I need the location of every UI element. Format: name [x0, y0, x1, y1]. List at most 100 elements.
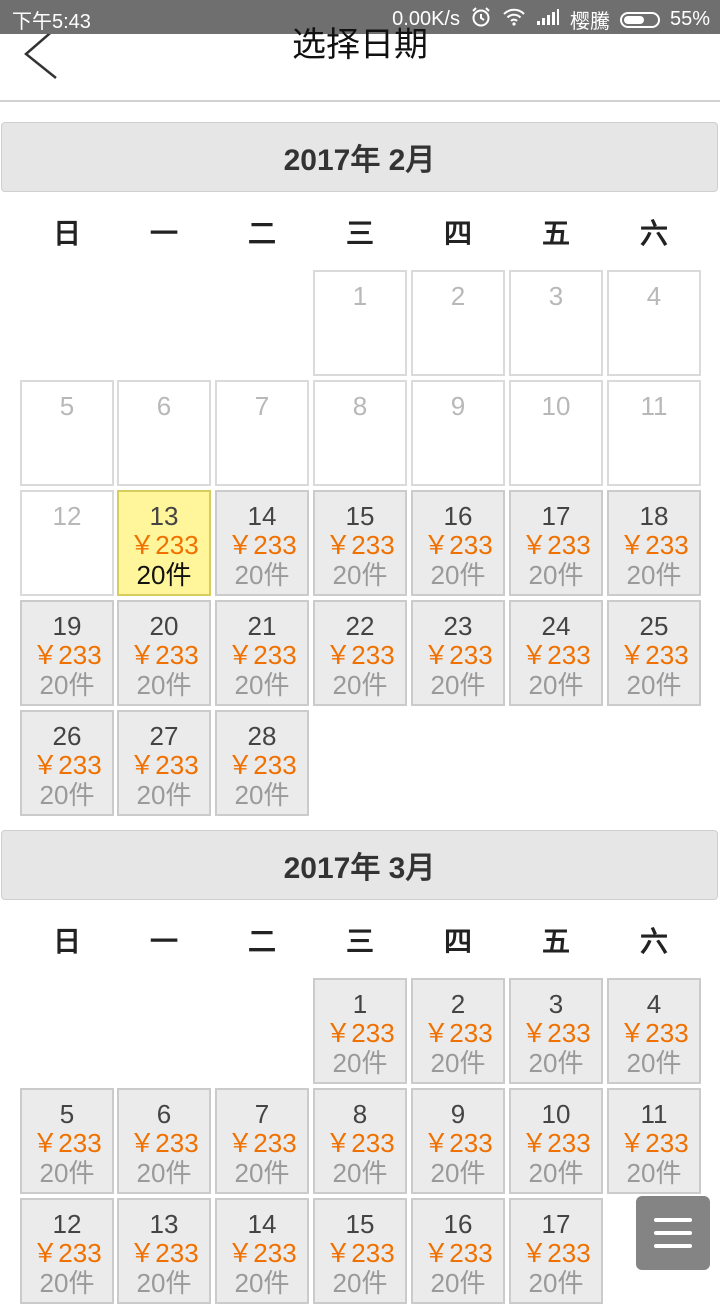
float-menu-button[interactable] — [636, 1196, 710, 1270]
day-stock: 20件 — [234, 560, 290, 590]
day-stock: 20件 — [528, 1158, 584, 1188]
day-price: ￥233 — [129, 530, 199, 560]
day-number: 3 — [548, 281, 564, 311]
day-number: 24 — [541, 611, 571, 641]
calendar-day-cell[interactable]: 16 ￥233 20件 — [411, 490, 505, 596]
calendar-day-cell[interactable]: 12 ￥233 20件 — [20, 1198, 114, 1304]
calendar-day-cell[interactable]: 18 ￥233 20件 — [607, 490, 701, 596]
calendar-day-cell[interactable]: 19 ￥233 20件 — [20, 600, 114, 706]
weekday-label: 二 — [247, 217, 276, 250]
day-number: 17 — [541, 1209, 571, 1239]
day-number: 2 — [450, 281, 466, 311]
calendar-day-cell[interactable]: 8 ￥233 20件 — [313, 1088, 407, 1194]
day-number: 20 — [149, 611, 179, 641]
calendar-day-cell[interactable]: 6 ￥233 20件 — [117, 1088, 211, 1194]
day-number: 4 — [646, 989, 662, 1019]
calendar-day-cell[interactable]: 3 ￥233 20件 — [509, 978, 603, 1084]
day-number: 2 — [450, 989, 466, 1019]
calendar-day-cell[interactable]: 7 ￥233 20件 — [215, 1088, 309, 1194]
calendar-day-cell: 6 — [117, 380, 211, 486]
calendar-day-cell[interactable]: 1 ￥233 20件 — [313, 978, 407, 1084]
calendar-day-cell[interactable]: 2 ￥233 20件 — [411, 978, 505, 1084]
day-number: 5 — [59, 391, 75, 421]
day-price: ￥233 — [325, 640, 395, 670]
month-header: 2017年 3月 — [1, 830, 718, 900]
calendar-day-cell[interactable]: 23 ￥233 20件 — [411, 600, 505, 706]
day-number: 14 — [247, 501, 277, 531]
day-number: 28 — [247, 721, 277, 751]
calendar-day-cell[interactable]: 15 ￥233 20件 — [313, 1198, 407, 1304]
day-stock: 20件 — [136, 780, 192, 810]
calendar-day-cell[interactable]: 22 ￥233 20件 — [313, 600, 407, 706]
weekday-label: 一 — [149, 217, 178, 250]
day-price: ￥233 — [129, 750, 199, 780]
weekday-label: 日 — [52, 217, 81, 250]
day-number: 21 — [247, 611, 277, 641]
day-number: 5 — [59, 1099, 75, 1129]
day-number: 17 — [541, 501, 571, 531]
day-stock: 20件 — [136, 670, 192, 700]
day-price: ￥233 — [32, 1128, 102, 1158]
weekday-label: 三 — [345, 217, 374, 250]
day-stock: 20件 — [626, 560, 682, 590]
calendar-day-cell[interactable]: 15 ￥233 20件 — [313, 490, 407, 596]
calendar-day-cell[interactable]: 10 ￥233 20件 — [509, 1088, 603, 1194]
day-number: 6 — [156, 391, 172, 421]
calendar-day-cell[interactable]: 13 ￥233 20件 — [117, 1198, 211, 1304]
day-number: 11 — [640, 1099, 668, 1129]
day-stock: 20件 — [39, 670, 95, 700]
day-number: 22 — [345, 611, 375, 641]
calendar-day-cell[interactable]: 25 ￥233 20件 — [607, 600, 701, 706]
day-stock: 20件 — [39, 780, 95, 810]
day-price: ￥233 — [227, 1128, 297, 1158]
calendar-day-cell[interactable]: 9 ￥233 20件 — [411, 1088, 505, 1194]
day-number: 14 — [247, 1209, 277, 1239]
day-stock: 20件 — [528, 1268, 584, 1298]
calendar-day-cell[interactable]: 21 ￥233 20件 — [215, 600, 309, 706]
day-stock: 20件 — [332, 1268, 388, 1298]
day-price: ￥233 — [325, 1128, 395, 1158]
day-stock: 20件 — [332, 1158, 388, 1188]
day-price: ￥233 — [423, 1018, 493, 1048]
day-stock: 20件 — [430, 1158, 486, 1188]
day-number: 10 — [541, 391, 571, 421]
day-stock: 20件 — [626, 1158, 682, 1188]
calendar-day-cell[interactable]: 24 ￥233 20件 — [509, 600, 603, 706]
day-price: ￥233 — [227, 530, 297, 560]
day-number: 16 — [443, 1209, 473, 1239]
day-price: ￥233 — [619, 640, 689, 670]
calendar-day-cell[interactable]: 14 ￥233 20件 — [215, 490, 309, 596]
calendar-day-cell[interactable]: 20 ￥233 20件 — [117, 600, 211, 706]
calendar-day-cell[interactable]: 28 ￥233 20件 — [215, 710, 309, 816]
day-number: 13 — [149, 1209, 179, 1239]
day-price: ￥233 — [129, 640, 199, 670]
weekday-label: 五 — [541, 925, 570, 958]
calendar-day-cell[interactable]: 4 ￥233 20件 — [607, 978, 701, 1084]
calendar-day-cell[interactable]: 11 ￥233 20件 — [607, 1088, 701, 1194]
day-price: ￥233 — [423, 640, 493, 670]
day-price: ￥233 — [325, 1018, 395, 1048]
day-price: ￥233 — [521, 1238, 591, 1268]
day-stock: 20件 — [234, 1158, 290, 1188]
calendar-day-cell[interactable]: 13 ￥233 20件 — [117, 490, 211, 596]
calendar-day-cell: 2 — [411, 270, 505, 376]
calendar-day-cell[interactable]: 17 ￥233 20件 — [509, 490, 603, 596]
calendar-day-cell[interactable]: 5 ￥233 20件 — [20, 1088, 114, 1194]
day-stock: 20件 — [136, 1268, 192, 1298]
day-price: ￥233 — [227, 750, 297, 780]
calendar-day-cell[interactable]: 16 ￥233 20件 — [411, 1198, 505, 1304]
weekday-label: 三 — [345, 925, 374, 958]
calendar-day-cell[interactable]: 17 ￥233 20件 — [509, 1198, 603, 1304]
wifi-icon — [502, 7, 526, 33]
calendar-day-cell[interactable]: 26 ￥233 20件 — [20, 710, 114, 816]
day-stock: 20件 — [136, 1158, 192, 1188]
page-title: 选择日期 — [292, 25, 428, 65]
calendar-day-cell[interactable]: 14 ￥233 20件 — [215, 1198, 309, 1304]
day-price: ￥233 — [423, 1128, 493, 1158]
day-number: 25 — [639, 611, 669, 641]
calendar-day-cell: 11 — [607, 380, 701, 486]
calendar-day-cell[interactable]: 27 ￥233 20件 — [117, 710, 211, 816]
calendar-day-cell: 9 — [411, 380, 505, 486]
day-number: 15 — [345, 501, 375, 531]
calendar-day-cell: 3 — [509, 270, 603, 376]
